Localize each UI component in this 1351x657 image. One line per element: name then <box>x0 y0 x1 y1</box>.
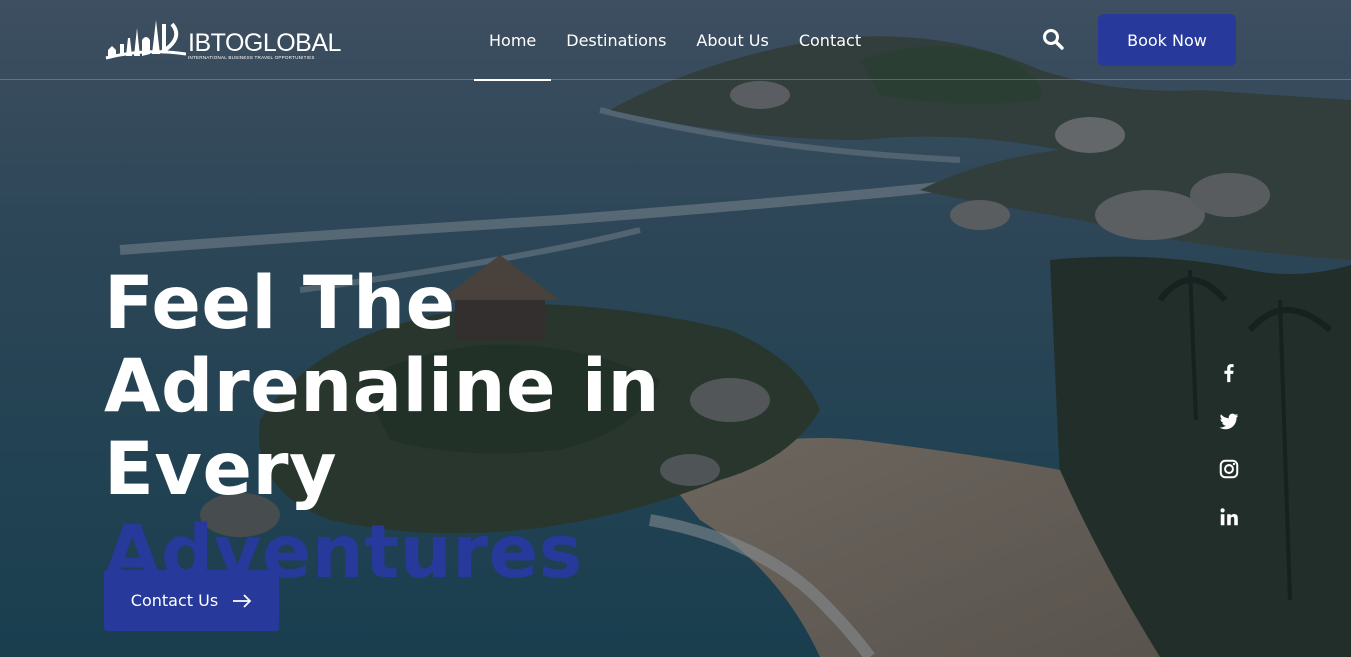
contact-us-label: Contact Us <box>130 591 219 610</box>
linkedin-icon[interactable] <box>1216 504 1242 530</box>
hero-headline: Feel The Adrenaline in Every Adventures <box>104 262 804 594</box>
site-header: IBTOGLOBAL INTERNATIONAL BUSINESS TRAVEL… <box>0 0 1351 81</box>
logo-tagline: INTERNATIONAL BUSINESS TRAVEL OPPORTUNIT… <box>188 55 315 60</box>
nav-item-contact[interactable]: Contact <box>784 0 876 80</box>
hero-headline-line2: Adrenaline in <box>104 344 660 429</box>
nav-item-destinations[interactable]: Destinations <box>551 0 681 80</box>
site-logo[interactable]: IBTOGLOBAL INTERNATIONAL BUSINESS TRAVEL… <box>104 18 341 62</box>
search-icon[interactable] <box>1041 27 1065 51</box>
instagram-icon[interactable] <box>1216 456 1242 482</box>
hero-headline-line3: Every <box>104 427 338 512</box>
nav-item-about-us[interactable]: About Us <box>681 0 783 80</box>
contact-us-button[interactable]: Contact Us <box>104 570 279 631</box>
social-links <box>1216 360 1242 552</box>
twitter-icon[interactable] <box>1216 408 1242 434</box>
book-now-button[interactable]: Book Now <box>1098 14 1236 66</box>
nav-item-home[interactable]: Home <box>474 0 552 81</box>
logo-wordmark: IBTOGLOBAL <box>188 29 341 57</box>
main-nav: Home Destinations About Us Contact <box>474 0 876 81</box>
arrow-right-icon <box>233 593 252 608</box>
facebook-icon[interactable] <box>1216 360 1242 386</box>
hero-headline-line1: Feel The <box>104 261 456 346</box>
skyline-logo-icon <box>105 20 186 60</box>
